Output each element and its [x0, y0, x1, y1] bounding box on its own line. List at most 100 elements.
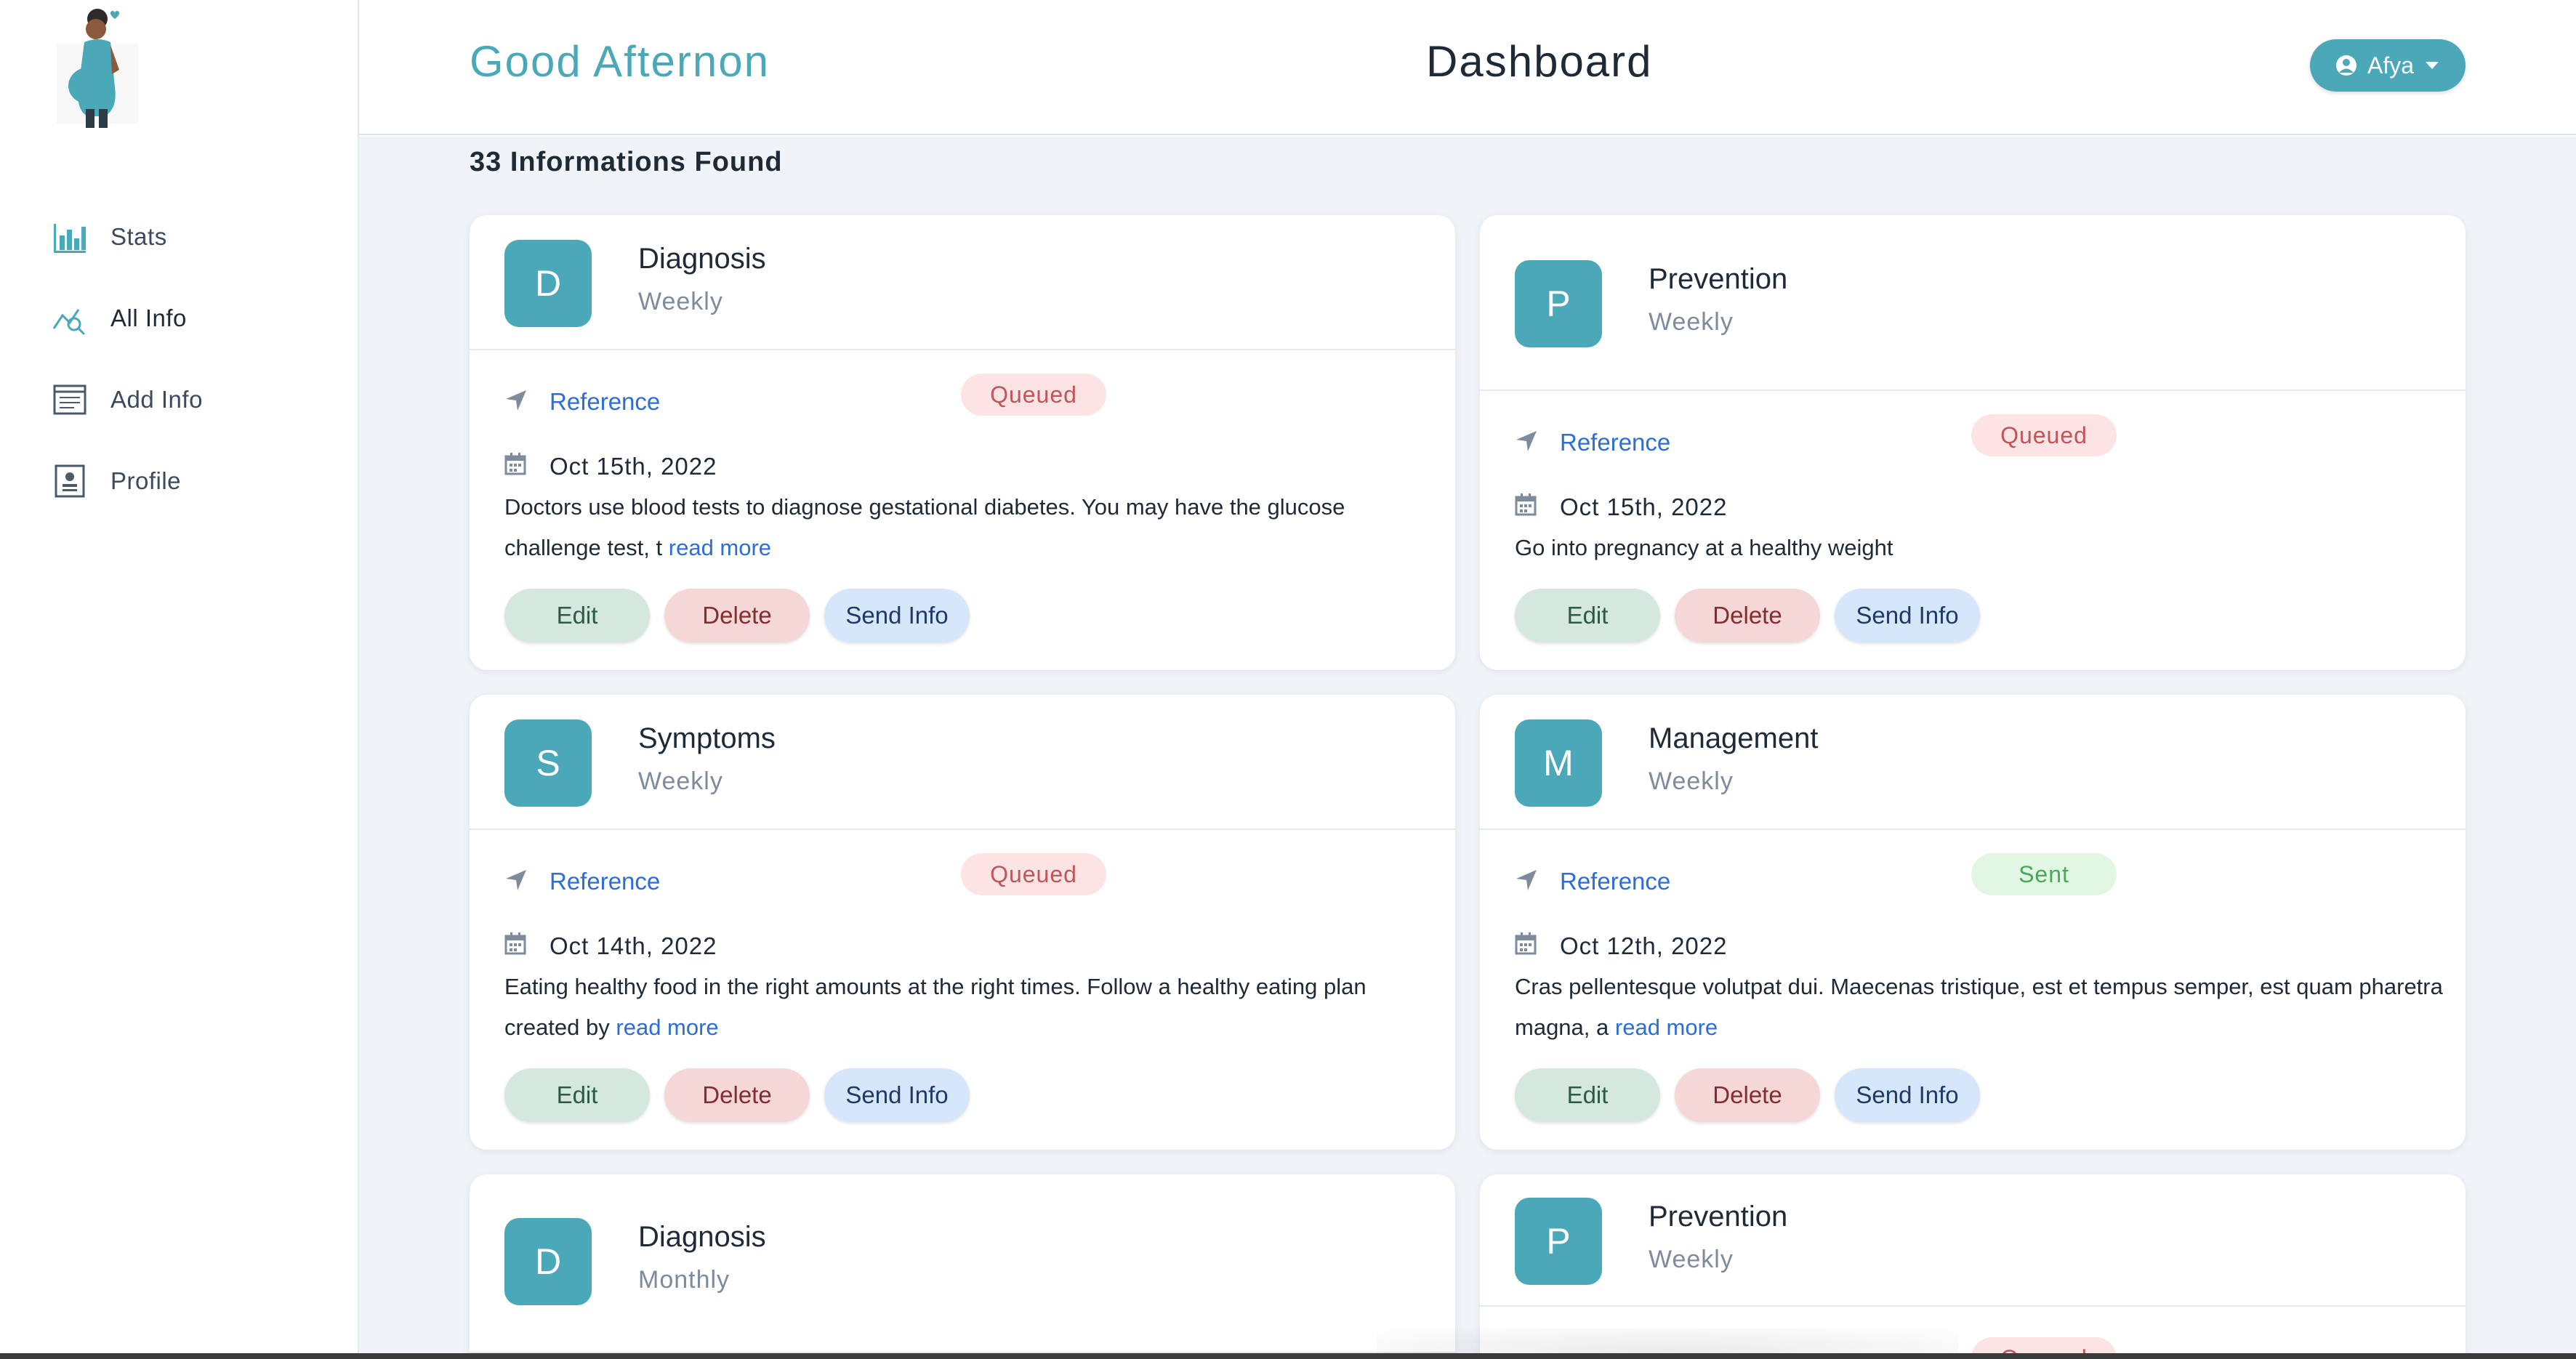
card-frequency: Weekly [638, 767, 723, 795]
card-date: Oct 14th, 2022 [550, 932, 717, 959]
status-badge: Queued [961, 853, 1106, 895]
bar-chart-icon [52, 219, 87, 254]
card-header: D Diagnosis Monthly [470, 1174, 1455, 1353]
reference-row: Reference [504, 868, 660, 895]
reference-link[interactable]: Reference [550, 388, 660, 416]
date-row: Oct 15th, 2022 [1515, 493, 1727, 522]
reference-row: Reference [1515, 868, 1670, 895]
card-actions: Edit Delete Send Info [504, 589, 970, 642]
date-row: Oct 14th, 2022 [504, 932, 717, 961]
status-badge: Queued [961, 374, 1106, 416]
info-card: P Prevention Weekly Reference Queued Oct… [1480, 215, 2466, 670]
sidebar-nav: Stats All Info Add Info Profile [52, 196, 203, 522]
card-frequency: Weekly [1649, 1246, 1734, 1273]
card-date: Oct 15th, 2022 [1560, 493, 1728, 520]
card-title: Prevention [1649, 263, 1788, 295]
date-row: Oct 15th, 2022 [504, 452, 717, 481]
sidebar: Stats All Info Add Info Profile [0, 0, 359, 1359]
card-title: Symptoms [638, 722, 776, 754]
pregnant-woman-logo[interactable] [52, 0, 142, 131]
card-description: Go into pregnancy at a healthy weight [1515, 528, 2445, 568]
delete-button[interactable]: Delete [1675, 589, 1820, 642]
form-icon [52, 382, 87, 417]
category-avatar: S [504, 719, 592, 807]
card-description: Eating healthy food in the right amounts… [504, 967, 1435, 1048]
date-row: Oct 12th, 2022 [1515, 932, 1727, 961]
location-arrow-icon [504, 389, 528, 416]
description-text: Doctors use blood tests to diagnose gest… [504, 494, 1345, 560]
sidebar-item-add-info[interactable]: Add Info [52, 359, 203, 440]
edit-button[interactable]: Edit [504, 1068, 650, 1122]
card-date: Oct 12th, 2022 [1560, 932, 1728, 959]
delete-button[interactable]: Delete [664, 1068, 810, 1122]
card-actions: Edit Delete Send Info [504, 1068, 970, 1122]
card-actions: Edit Delete Send Info [1515, 589, 1980, 642]
reference-link[interactable]: Reference [1560, 868, 1670, 895]
send-info-button[interactable]: Send Info [1835, 1068, 1980, 1122]
info-card: S Symptoms Weekly Reference Queued Oct 1… [470, 695, 1455, 1150]
reference-link[interactable]: Reference [1560, 429, 1670, 456]
card-description: Cras pellentesque volutpat dui. Maecenas… [1515, 967, 2445, 1048]
calendar-icon [504, 932, 526, 961]
read-more-link[interactable]: read more [616, 1015, 718, 1040]
calendar-icon [504, 452, 526, 481]
card-title: Diagnosis [638, 243, 766, 275]
top-bar: Good Afternon Dashboard Afya [359, 0, 2576, 135]
status-badge: Sent [1971, 853, 2117, 895]
info-card: D Diagnosis Monthly [470, 1174, 1455, 1359]
card-date: Oct 15th, 2022 [550, 453, 717, 480]
description-text: Go into pregnancy at a healthy weight [1515, 535, 1893, 560]
category-avatar: P [1515, 1198, 1602, 1285]
user-circle-icon [2335, 55, 2357, 76]
sidebar-item-all-info[interactable]: All Info [52, 278, 203, 359]
location-arrow-icon [1515, 868, 1538, 895]
card-header: S Symptoms Weekly [470, 695, 1455, 830]
delete-button[interactable]: Delete [664, 589, 810, 642]
card-description: Doctors use blood tests to diagnose gest… [504, 487, 1435, 568]
card-header: D Diagnosis Weekly [470, 215, 1455, 350]
reference-row: Reference [1515, 429, 1670, 456]
calendar-icon [1515, 932, 1537, 961]
sidebar-item-label: All Info [110, 305, 187, 331]
status-badge: Queued [1971, 414, 2117, 456]
delete-button[interactable]: Delete [1675, 1068, 1820, 1122]
sidebar-item-stats[interactable]: Stats [52, 196, 203, 278]
send-info-button[interactable]: Send Info [824, 1068, 970, 1122]
category-avatar: D [504, 240, 592, 327]
edit-button[interactable]: Edit [1515, 1068, 1660, 1122]
reference-row: Reference [504, 388, 660, 416]
card-header: P Prevention Weekly [1480, 215, 2466, 391]
edit-button[interactable]: Edit [1515, 589, 1660, 642]
category-avatar: D [504, 1218, 592, 1305]
card-header: M Management Weekly [1480, 695, 2466, 830]
read-more-link[interactable]: read more [669, 535, 771, 560]
location-arrow-icon [504, 868, 528, 895]
caret-down-icon [2424, 60, 2440, 70]
category-avatar: M [1515, 719, 1602, 807]
greeting-text: Good Afternon [470, 37, 770, 86]
main-content[interactable]: 33 Informations Found D Diagnosis Weekly… [359, 137, 2576, 1359]
edit-button[interactable]: Edit [504, 589, 650, 642]
read-more-link[interactable]: read more [1615, 1015, 1718, 1040]
card-actions: Edit Delete Send Info [1515, 1068, 1980, 1122]
card-frequency: Monthly [638, 1266, 730, 1294]
user-menu-button[interactable]: Afya [2310, 39, 2466, 92]
sidebar-item-label: Stats [110, 223, 167, 250]
card-title: Prevention [1649, 1201, 1788, 1233]
window-bottom-edge [0, 1353, 2576, 1359]
calendar-icon [1515, 493, 1537, 522]
category-avatar: P [1515, 260, 1602, 347]
sidebar-item-label: Profile [110, 467, 182, 494]
card-frequency: Weekly [1649, 308, 1734, 336]
sidebar-item-label: Add Info [110, 386, 203, 413]
send-info-button[interactable]: Send Info [824, 589, 970, 642]
card-title: Management [1649, 722, 1819, 754]
user-name: Afya [2367, 52, 2415, 78]
reference-link[interactable]: Reference [550, 868, 660, 895]
page-title: Dashboard [1426, 37, 1653, 86]
analytics-search-icon [52, 301, 87, 336]
profile-card-icon [52, 464, 87, 499]
send-info-button[interactable]: Send Info [1835, 589, 1980, 642]
sidebar-item-profile[interactable]: Profile [52, 440, 203, 522]
info-card: M Management Weekly Reference Sent Oct 1… [1480, 695, 2466, 1150]
